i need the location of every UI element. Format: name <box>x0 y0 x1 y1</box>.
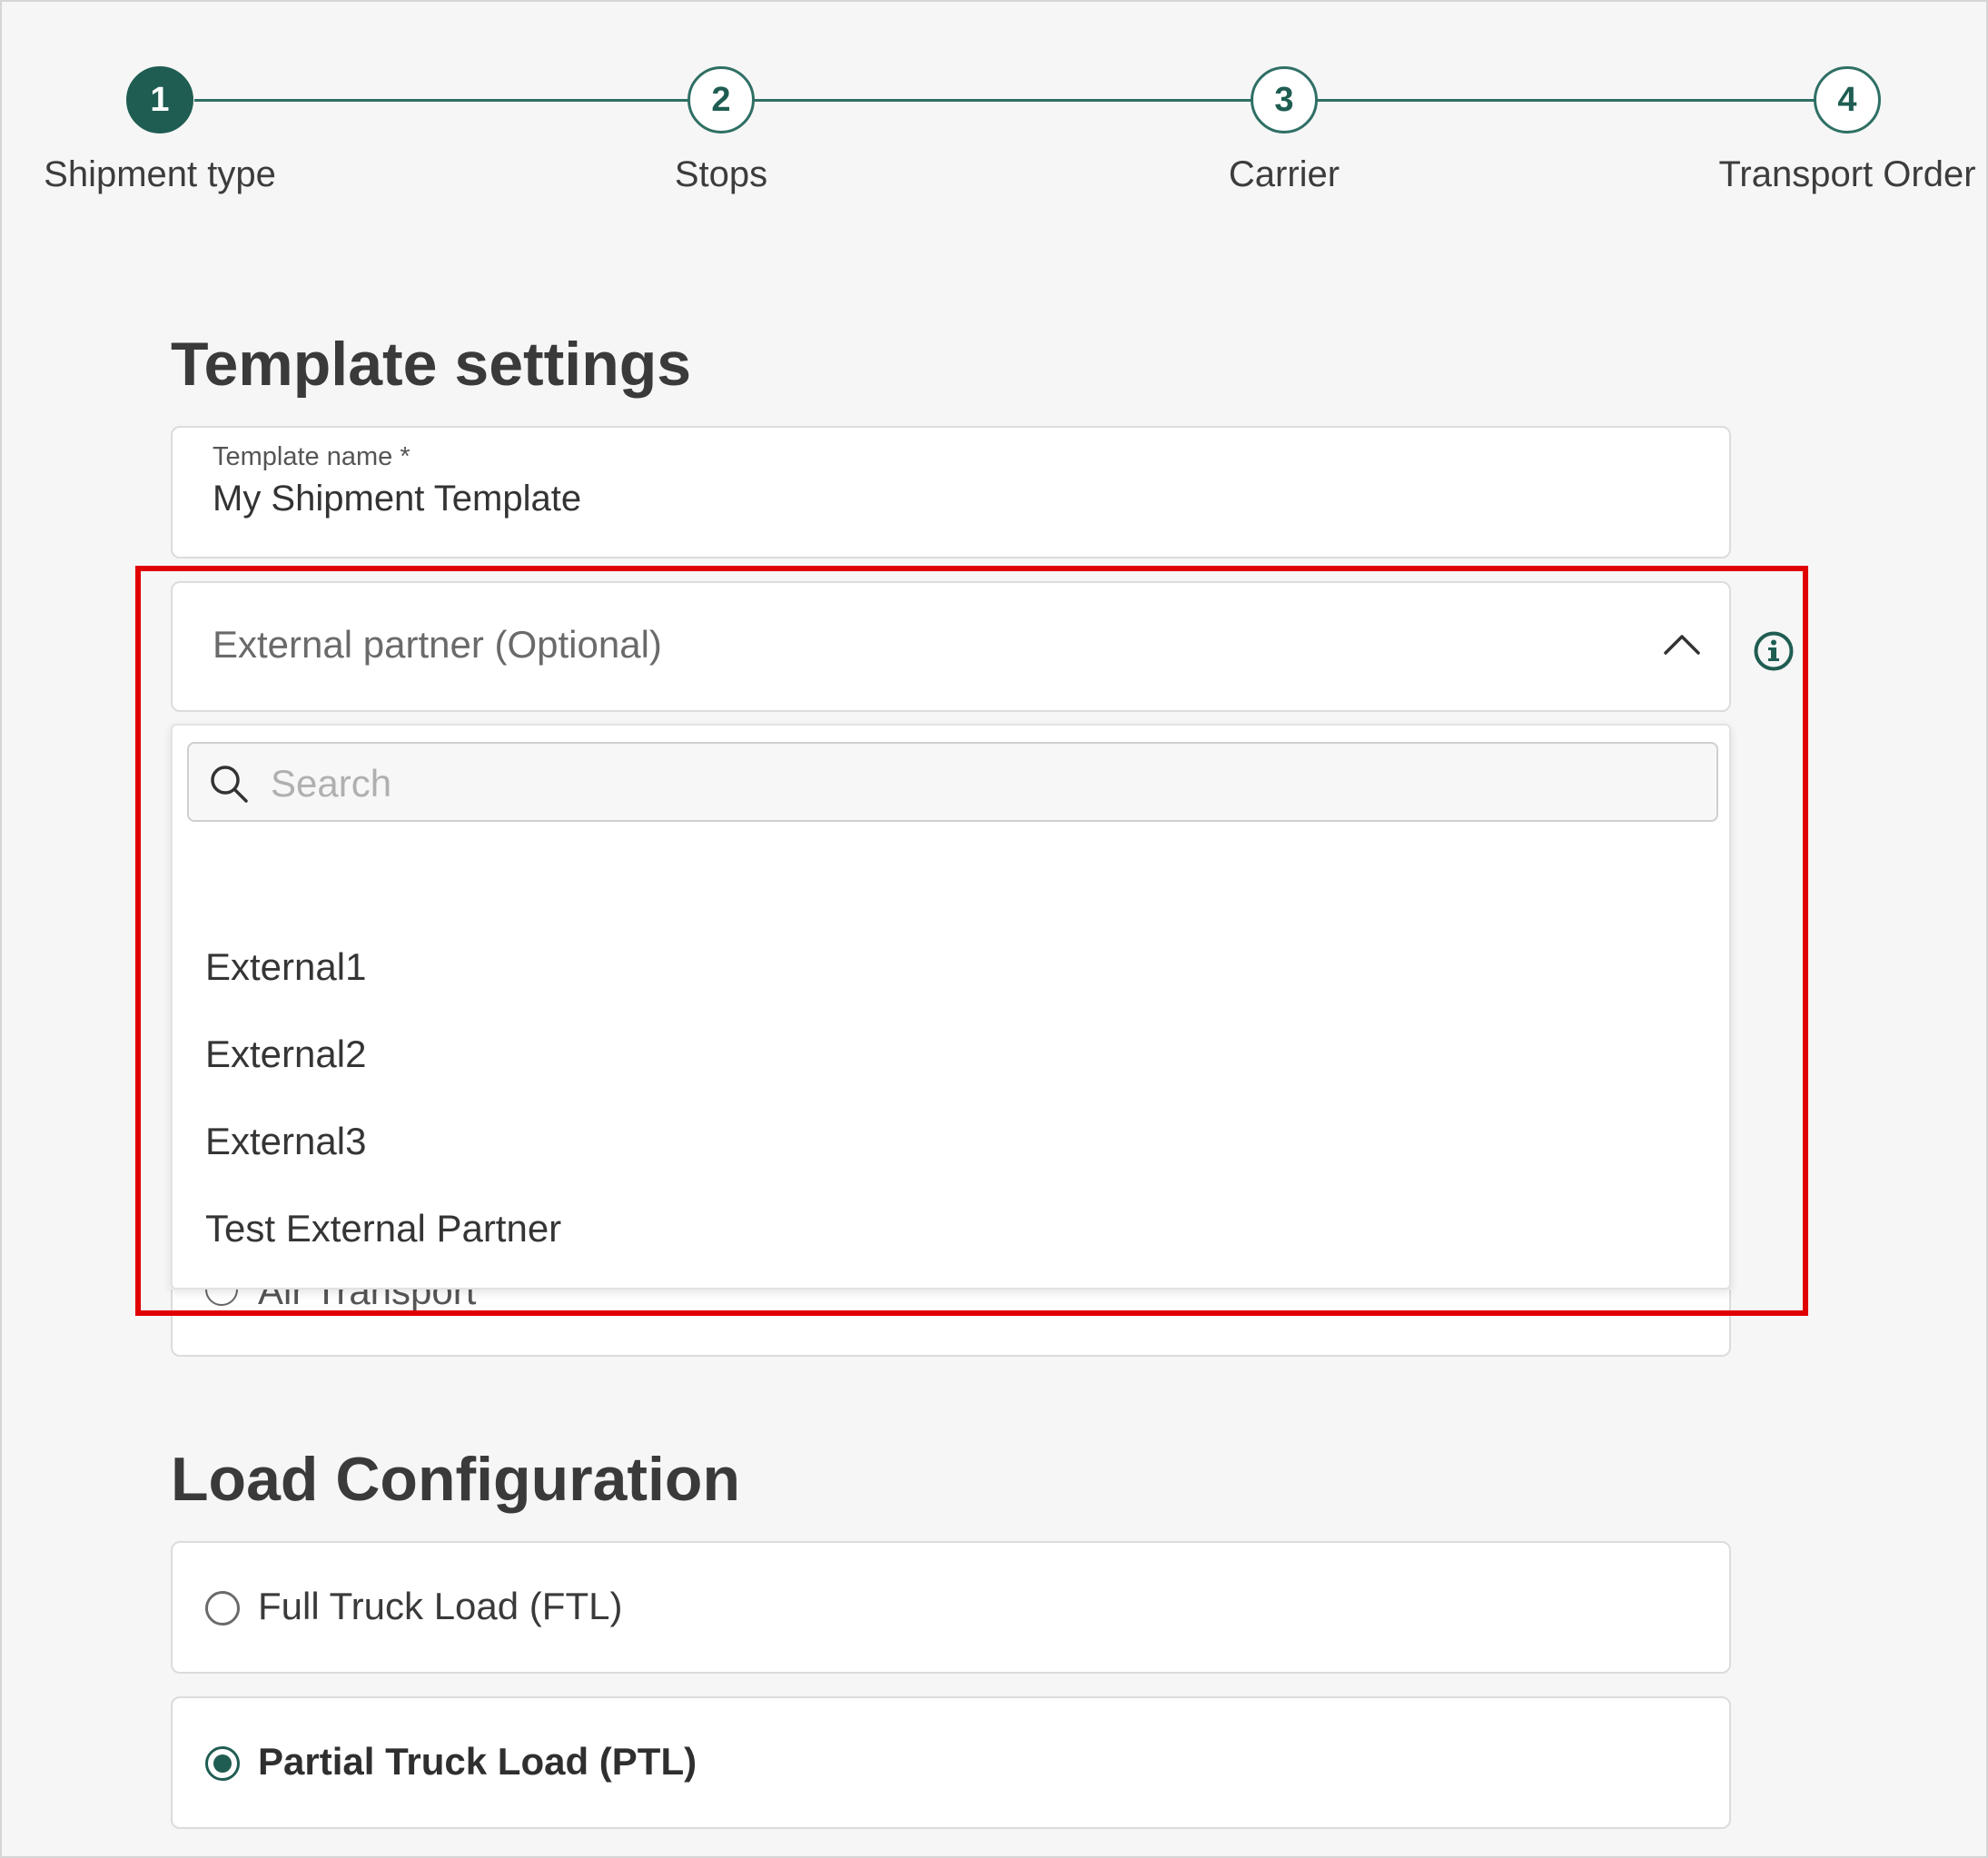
ptl-label: Partial Truck Load (PTL) <box>258 1740 697 1783</box>
template-name-field[interactable]: Template name * My Shipment Template <box>171 426 1731 558</box>
step-1-circle[interactable]: 1 <box>126 66 193 133</box>
step-1-label: Shipment type <box>44 154 276 194</box>
step-3-label: Carrier <box>1228 154 1340 194</box>
step-2-label: Stops <box>674 154 768 194</box>
ftl-label: Full Truck Load (FTL) <box>258 1585 623 1627</box>
step-2-circle[interactable]: 2 <box>687 66 755 133</box>
step-4-circle[interactable]: 4 <box>1814 66 1881 133</box>
template-name-label: Template name * <box>213 442 410 471</box>
template-settings-title: Template settings <box>171 330 692 399</box>
ptl-option[interactable]: Partial Truck Load (PTL) <box>171 1696 1731 1829</box>
ftl-radio[interactable] <box>205 1591 240 1626</box>
ptl-radio[interactable] <box>205 1746 240 1781</box>
template-name-input[interactable]: My Shipment Template <box>213 479 581 519</box>
step-4-label: Transport Order <box>1718 154 1976 194</box>
stepper-connector <box>194 99 1847 102</box>
highlight-box <box>135 566 1808 1316</box>
load-configuration-title: Load Configuration <box>171 1445 741 1514</box>
ftl-option[interactable]: Full Truck Load (FTL) <box>171 1541 1731 1674</box>
page-frame: 1 Shipment type 2 Stops 3 Carrier 4 Tran… <box>0 0 1988 1858</box>
step-3-circle[interactable]: 3 <box>1251 66 1318 133</box>
